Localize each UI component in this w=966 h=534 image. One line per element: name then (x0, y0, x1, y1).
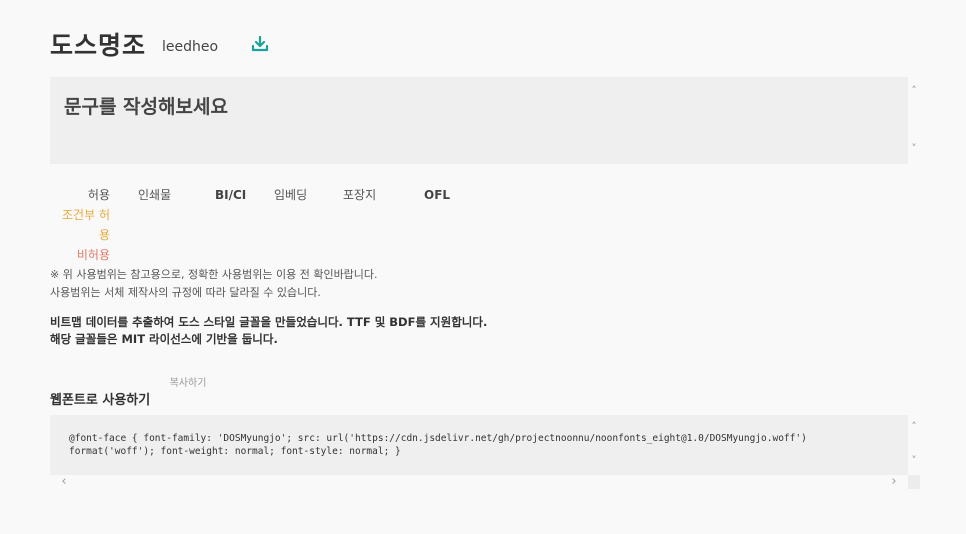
preview-input[interactable] (64, 87, 884, 127)
copy-button[interactable]: 복사하기 (168, 376, 208, 392)
license-legend: 허용 조건부 허용 비허용 (50, 185, 110, 265)
usage-note-line2: 사용범위는 서체 제작사의 규정에 따라 달라질 수 있습니다. (50, 286, 321, 299)
legend-deny: 비허용 (76, 248, 110, 262)
usage-note: ※ 위 사용범위는 참고용으로, 정확한 사용범위는 이용 전 확인바랍니다. … (50, 266, 378, 302)
font-description: 비트맵 데이터를 추출하여 도스 스타일 글꼴을 만들었습니다. TTF 및 B… (50, 314, 487, 348)
code-scroll-left-icon[interactable]: ‹ (58, 475, 70, 488)
license-print: 인쇄물 (138, 188, 172, 202)
font-author[interactable]: leedheo (162, 39, 218, 55)
preview-scroll-up-icon[interactable]: ˄ (908, 85, 920, 97)
license-packaging: 포장지 (343, 188, 377, 202)
license-ofl: OFL (424, 188, 451, 202)
font-header: 도스명조 leedheo (50, 26, 270, 62)
code-scroll-down-icon[interactable]: ˅ (908, 455, 920, 467)
license-bici: BI/CI (215, 188, 247, 202)
webfont-title: 웹폰트로 사용하기 (50, 393, 151, 408)
scrollbar-corner (908, 475, 920, 489)
code-scroll-right-icon[interactable]: › (888, 475, 900, 488)
license-table: 허용 조건부 허용 비허용 인쇄물 BI/CI 임베딩 포장지 OFL (50, 185, 470, 265)
font-description-line1: 비트맵 데이터를 추출하여 도스 스타일 글꼴을 만들었습니다. TTF 및 B… (50, 315, 488, 329)
font-title: 도스명조 (50, 31, 147, 60)
code-scroll-up-icon[interactable]: ˄ (908, 421, 920, 433)
preview-scroll-down-icon[interactable]: ˅ (908, 143, 920, 155)
legend-allow: 허용 (87, 188, 110, 202)
preview-box: ˄ ˅ (50, 77, 917, 164)
legend-conditional: 조건부 허용 (62, 208, 110, 242)
download-button[interactable] (250, 34, 270, 54)
usage-note-line1: ※ 위 사용범위는 참고용으로, 정확한 사용범위는 이용 전 확인바랍니다. (50, 268, 378, 281)
webfont-code[interactable]: @font-face { font-family: 'DOSMyungjo'; … (69, 432, 879, 458)
license-embedding: 임베딩 (274, 188, 308, 202)
font-description-line2: 해당 글꼴들은 MIT 라이선스에 기반을 둡니다. (50, 332, 278, 346)
download-icon (251, 36, 269, 52)
webfont-code-box: @font-face { font-family: 'DOSMyungjo'; … (50, 415, 917, 475)
code-horizontal-scrollbar[interactable]: ‹ › (50, 475, 908, 489)
